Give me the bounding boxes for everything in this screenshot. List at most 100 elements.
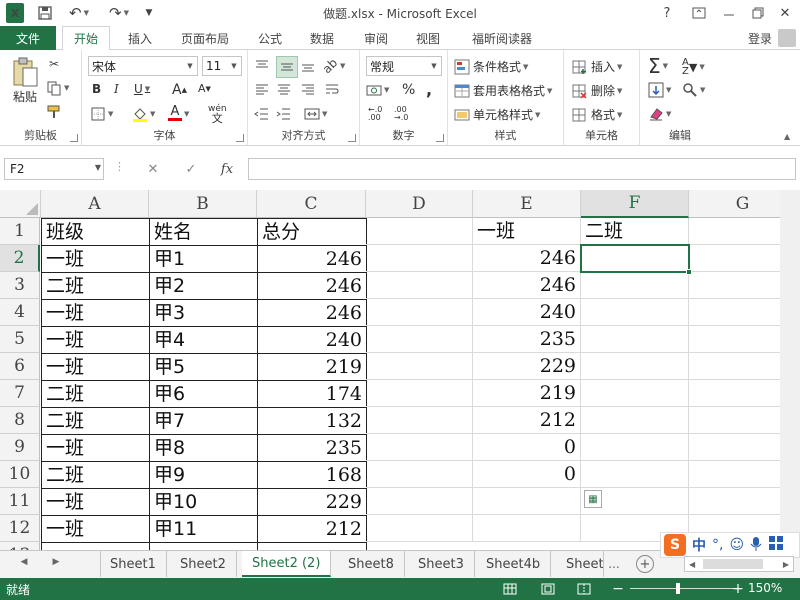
worksheet-grid[interactable]: A B C D E F G 1 2 3 4 5 6 7 8 9 10 11 12…	[0, 190, 780, 550]
tab-foxit-reader[interactable]: 福昕阅读器	[462, 26, 542, 50]
normal-view-icon[interactable]	[502, 581, 518, 597]
tab-data[interactable]: 数据	[302, 26, 342, 50]
column-header-a[interactable]: A	[41, 190, 149, 218]
fill-handle[interactable]	[686, 269, 692, 275]
cell-d4[interactable]	[366, 299, 473, 326]
scroll-thumb[interactable]	[703, 559, 763, 569]
ime-emoji-icon[interactable]: ☺	[729, 537, 744, 553]
cell-f7[interactable]	[581, 380, 689, 407]
fill-icon[interactable]: ▼	[648, 82, 671, 98]
align-middle-icon[interactable]	[276, 56, 298, 78]
cell-c3[interactable]: 246	[257, 272, 367, 300]
row-header-6[interactable]: 6	[0, 353, 40, 380]
column-header-d[interactable]: D	[366, 190, 473, 218]
grow-font-button[interactable]: A ▲	[172, 82, 187, 98]
wrap-text-icon[interactable]	[324, 82, 340, 98]
cell-d5[interactable]	[366, 326, 473, 353]
add-sheet-button[interactable]: +	[636, 555, 654, 573]
cell-a7[interactable]: 二班	[41, 380, 150, 408]
cell-c6[interactable]: 219	[257, 353, 367, 381]
cell-e11[interactable]	[473, 488, 581, 515]
sheet-tab-sheet1[interactable]: Sheet1	[100, 551, 167, 577]
tab-file[interactable]: 文件	[0, 26, 56, 50]
increase-indent-icon[interactable]	[276, 106, 292, 122]
cell-e2[interactable]: 246	[473, 245, 581, 272]
cell-f10[interactable]	[581, 461, 689, 488]
sheet-tab-sheet4b[interactable]: Sheet4b	[476, 551, 552, 577]
row-header-4[interactable]: 4	[0, 299, 40, 326]
cell-c11[interactable]: 229	[257, 488, 367, 516]
column-header-e[interactable]: E	[473, 190, 581, 218]
align-top-icon[interactable]	[254, 58, 270, 74]
cell-styles-button[interactable]: 单元格样式 ▼	[454, 106, 540, 123]
cell-f1[interactable]: 二班	[581, 218, 689, 245]
avatar[interactable]	[778, 29, 796, 47]
cell-e10[interactable]: 0	[473, 461, 581, 488]
borders-icon[interactable]: ▼	[90, 106, 113, 122]
chevron-down-icon[interactable]: ▼	[182, 110, 189, 118]
sogou-logo-icon[interactable]: S	[664, 534, 686, 556]
collapse-ribbon-icon[interactable]: ▲	[784, 132, 790, 141]
sheet-tab-sheet8[interactable]: Sheet8	[338, 551, 405, 577]
formula-bar-grip-icon[interactable]: ⋮	[114, 160, 125, 173]
customize-quick-access-icon[interactable]: ▼	[142, 3, 156, 23]
restore-icon[interactable]	[745, 2, 771, 24]
paste-button[interactable]: 粘贴	[8, 56, 42, 105]
underline-button[interactable]: U ▼	[134, 82, 150, 96]
cell-b3[interactable]: 甲2	[149, 272, 258, 300]
cell-e5[interactable]: 235	[473, 326, 581, 353]
conditional-format-button[interactable]: 条件格式 ▼	[454, 58, 528, 75]
cell-g8[interactable]	[689, 407, 780, 434]
cell-f8[interactable]	[581, 407, 689, 434]
zoom-out-button[interactable]: −	[610, 581, 626, 597]
login-link[interactable]: 登录	[748, 30, 772, 47]
cell-c7[interactable]: 174	[257, 380, 367, 408]
align-right-icon[interactable]	[300, 82, 316, 98]
cell-e1[interactable]: 一班	[473, 218, 581, 245]
row-header-13[interactable]: 13	[0, 542, 40, 550]
row-header-7[interactable]: 7	[0, 380, 40, 407]
cell-g5[interactable]	[689, 326, 780, 353]
cell-a12[interactable]: 一班	[41, 515, 150, 543]
number-format-combo[interactable]: 常规 ▼	[366, 56, 442, 76]
cell-d6[interactable]	[366, 353, 473, 380]
cell-a6[interactable]: 一班	[41, 353, 150, 381]
zoom-slider-thumb[interactable]	[676, 583, 680, 594]
cell-c12[interactable]: 212	[257, 515, 367, 543]
merge-center-icon[interactable]: ▼	[304, 106, 327, 122]
scroll-right-icon[interactable]: ▶	[783, 560, 789, 569]
ime-voice-icon[interactable]	[750, 536, 762, 555]
undo-icon[interactable]: ↶ ▼	[66, 3, 92, 23]
page-break-view-icon[interactable]	[576, 581, 592, 597]
font-color-icon[interactable]: A	[168, 105, 182, 121]
cell-g10[interactable]	[689, 461, 780, 488]
cell-a2[interactable]: 一班	[41, 245, 150, 273]
cell-b2[interactable]: 甲1	[149, 245, 258, 273]
cell-f2[interactable]	[581, 245, 689, 272]
align-left-icon[interactable]	[254, 82, 270, 98]
cell-a8[interactable]: 二班	[41, 407, 150, 435]
cell-a3[interactable]: 二班	[41, 272, 150, 300]
row-header-9[interactable]: 9	[0, 434, 40, 461]
phonetic-icon[interactable]: wén 文	[208, 104, 227, 124]
page-layout-view-icon[interactable]	[540, 581, 556, 597]
shrink-font-button[interactable]: A ▼	[198, 82, 211, 95]
cell-g1[interactable]	[689, 218, 780, 245]
row-header-5[interactable]: 5	[0, 326, 40, 353]
cell-f9[interactable]	[581, 434, 689, 461]
cell-a5[interactable]: 一班	[41, 326, 150, 354]
align-center-icon[interactable]	[276, 82, 292, 98]
font-launcher-icon[interactable]	[236, 134, 244, 142]
cell-a10[interactable]: 二班	[41, 461, 150, 489]
cell-e8[interactable]: 212	[473, 407, 581, 434]
cell-c2[interactable]: 246	[257, 245, 367, 273]
cancel-entry-button[interactable]: ✕	[142, 159, 164, 179]
column-header-g[interactable]: G	[689, 190, 780, 218]
cell-d11[interactable]	[366, 488, 473, 515]
fill-color-icon[interactable]: ▼	[132, 106, 155, 122]
cell-e4[interactable]: 240	[473, 299, 581, 326]
decrease-indent-icon[interactable]	[254, 106, 270, 122]
cell-b4[interactable]: 甲3	[149, 299, 258, 327]
ribbon-display-options-icon[interactable]	[686, 2, 712, 24]
sheet-tab-overflow[interactable]: Sheet	[556, 551, 604, 577]
